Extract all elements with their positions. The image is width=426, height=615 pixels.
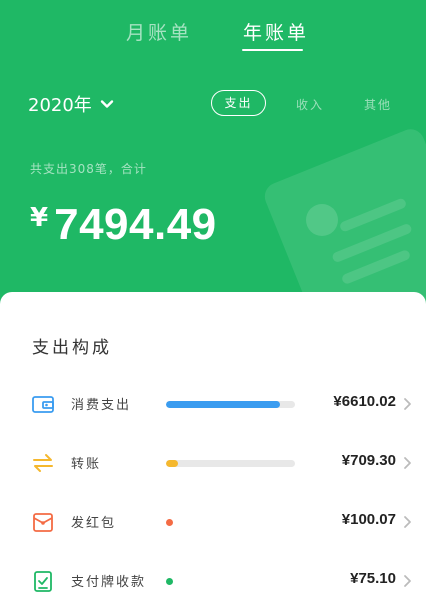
- share-dot: [166, 578, 173, 585]
- composition-panel: 支出构成 消费支出 ¥6610.02 转账 ¥709.30 发红包 ¥100.0…: [0, 292, 426, 615]
- list-item-value: ¥709.30: [341, 452, 396, 469]
- decorative-circle: [306, 204, 338, 236]
- filter-income-button[interactable]: 收入: [296, 96, 324, 113]
- share-dot: [166, 519, 173, 526]
- red-packet-icon: [33, 513, 53, 532]
- list-item-label: 支付牌收款: [71, 575, 147, 590]
- list-item-consumption[interactable]: 消费支出 ¥6610.02: [0, 384, 426, 424]
- chevron-right-icon: [404, 575, 411, 587]
- chevron-right-icon: [404, 457, 411, 469]
- share-bar-fill: [166, 401, 280, 408]
- share-bar-track: [166, 460, 295, 467]
- list-item-transfer[interactable]: 转账 ¥709.30: [0, 443, 426, 483]
- active-tab-indicator: [242, 49, 303, 51]
- list-item-label: 消费支出: [71, 398, 132, 413]
- total-amount-value: 7494.49: [54, 200, 217, 249]
- currency-symbol: ¥: [30, 203, 49, 233]
- chevron-down-icon: [100, 100, 114, 108]
- total-amount: ¥ 7494.49: [30, 200, 217, 250]
- header: 月账单 年账单 2020年 支出 收入 其他 共支出308笔，合计 ¥ 7494…: [0, 0, 426, 310]
- chevron-right-icon: [404, 398, 411, 410]
- bill-tabs: 月账单 年账单: [0, 14, 426, 54]
- tab-year-bill[interactable]: 年账单: [243, 18, 309, 45]
- filter-expense-button[interactable]: 支出: [211, 90, 266, 116]
- composition-title: 支出构成: [32, 338, 112, 358]
- filter-other-button[interactable]: 其他: [364, 96, 392, 113]
- expense-summary: 共支出308笔，合计: [30, 162, 147, 176]
- list-item-value: ¥75.10: [350, 570, 396, 587]
- wallet-icon: [32, 396, 54, 413]
- list-item-payment-code[interactable]: 支付牌收款 ¥75.10: [0, 561, 426, 601]
- year-selector[interactable]: 2020年: [28, 91, 114, 117]
- payment-code-icon: [34, 571, 52, 592]
- year-selector-label: 2020年: [28, 95, 92, 116]
- list-item-value: ¥6610.02: [333, 393, 396, 410]
- chevron-right-icon: [404, 516, 411, 528]
- transfer-icon: [33, 454, 53, 472]
- list-item-label: 发红包: [71, 516, 117, 531]
- tab-month-bill[interactable]: 月账单: [126, 18, 192, 45]
- list-item-red-packet[interactable]: 发红包 ¥100.07: [0, 502, 426, 542]
- list-item-value: ¥100.07: [341, 511, 396, 528]
- share-bar-track: [166, 401, 295, 408]
- list-item-label: 转账: [71, 457, 102, 472]
- share-bar-fill: [166, 460, 179, 467]
